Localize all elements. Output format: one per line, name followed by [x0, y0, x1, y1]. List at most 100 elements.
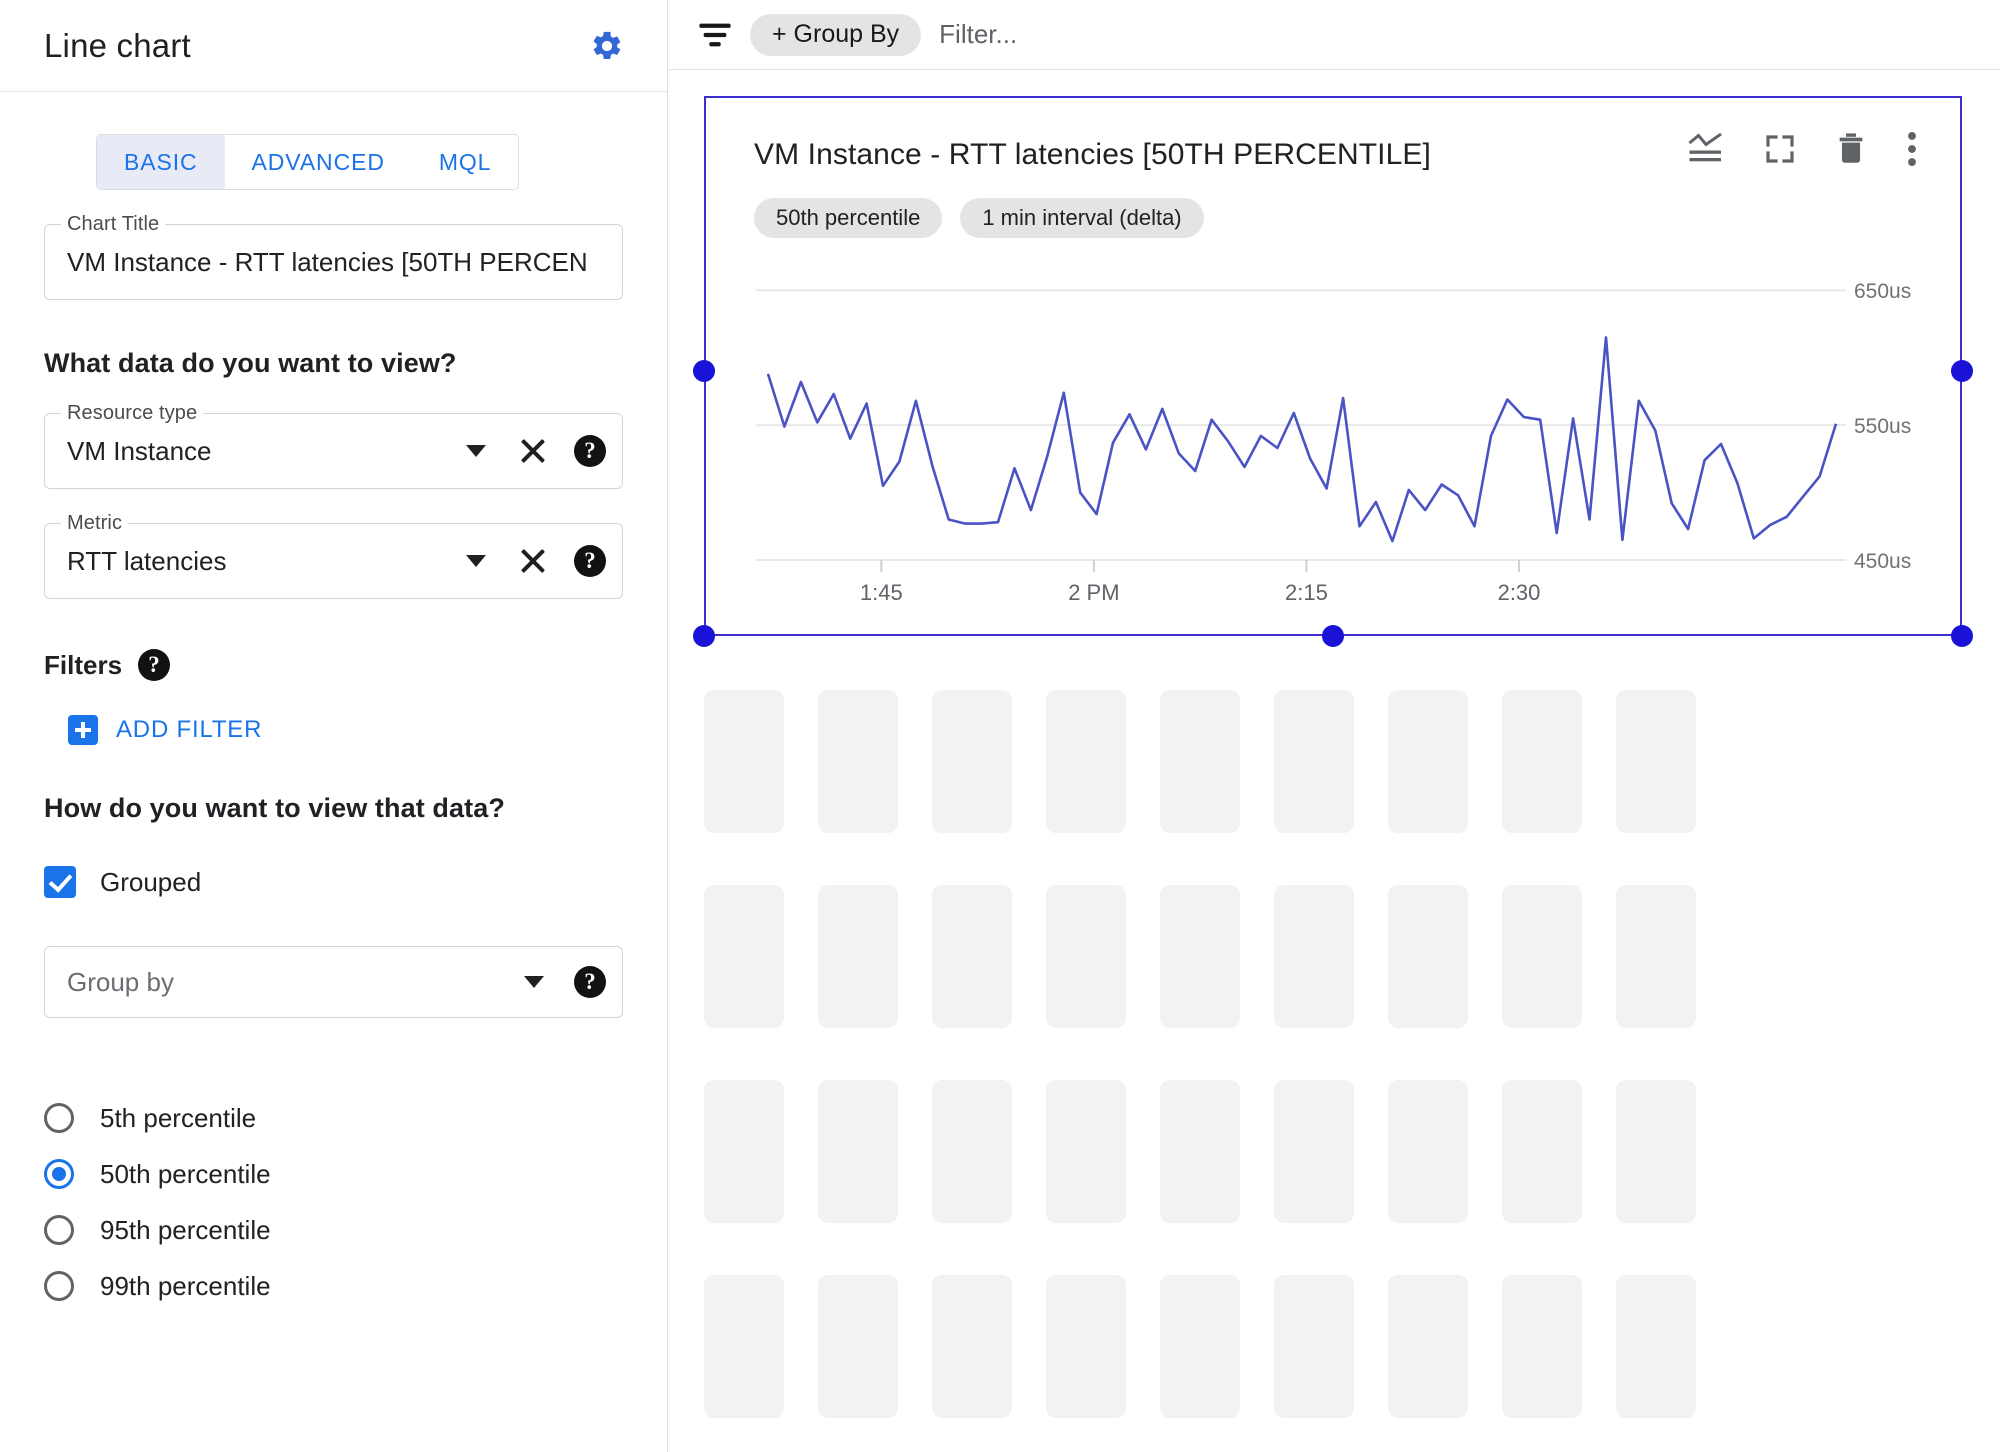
radio-row-5th[interactable]: 5th percentile — [44, 1090, 256, 1146]
tab-advanced[interactable]: ADVANCED — [224, 135, 412, 189]
chart-legend-button[interactable] — [1688, 132, 1724, 166]
widget-placeholder — [1502, 885, 1582, 1028]
chart-widget[interactable]: VM Instance - RTT latencies [50TH PERCEN… — [704, 96, 1962, 636]
grouped-label: Grouped — [100, 866, 202, 897]
chart-title-label: Chart Title — [61, 213, 166, 236]
fullscreen-icon — [1766, 135, 1794, 163]
chart-title-field[interactable]: Chart Title VM Instance - RTT latencies … — [44, 213, 623, 300]
widget-placeholder — [1046, 1080, 1126, 1223]
filter-input[interactable]: Filter... — [939, 19, 1017, 50]
resource-type-clear-icon[interactable] — [516, 434, 550, 468]
resource-type-field[interactable]: Resource type VM Instance ? — [44, 402, 623, 489]
radio-5th-percentile[interactable] — [44, 1103, 74, 1133]
y-tick-550: 550us — [1854, 415, 1912, 439]
resize-handle-bottom-left[interactable] — [693, 625, 715, 647]
tab-basic[interactable]: BASIC — [97, 135, 225, 189]
dashboard-toolbar: + Group By Filter... — [668, 0, 2000, 70]
add-filter-label: ADD FILTER — [116, 716, 263, 743]
resource-type-help-icon[interactable]: ? — [574, 435, 606, 467]
group-by-chip[interactable]: + Group By — [750, 13, 922, 56]
widget-placeholder — [1388, 885, 1468, 1028]
delete-button[interactable] — [1836, 132, 1866, 166]
widget-placeholder — [1274, 1275, 1354, 1418]
resize-handle-bottom[interactable] — [1322, 625, 1344, 647]
widget-placeholder — [932, 885, 1012, 1028]
widget-placeholder — [704, 1080, 784, 1223]
data-section-heading: What data do you want to view? — [44, 348, 457, 378]
widget-placeholder — [1274, 1080, 1354, 1223]
grouped-checkbox-row[interactable]: Grouped — [44, 866, 201, 898]
chart-widget-chips: 50th percentile 1 min interval (delta) — [706, 172, 1960, 238]
widget-placeholder — [1616, 1080, 1696, 1223]
radio-label-95th: 95th percentile — [100, 1214, 271, 1245]
widget-placeholder — [1160, 885, 1240, 1028]
filters-help-icon[interactable]: ? — [138, 649, 171, 681]
radio-row-99th[interactable]: 99th percentile — [44, 1258, 271, 1314]
widget-placeholder — [1502, 1275, 1582, 1418]
gear-icon — [593, 31, 621, 59]
chart-widget-actions — [1688, 132, 1926, 166]
chip-percentile: 50th percentile — [754, 198, 943, 238]
filters-section: Filters ? — [44, 649, 623, 681]
more-options-button[interactable] — [1906, 132, 1918, 166]
grouped-checkbox[interactable] — [44, 866, 76, 898]
radio-50th-percentile[interactable] — [44, 1159, 74, 1189]
widget-placeholder — [1046, 1275, 1126, 1418]
widget-placeholder — [818, 885, 898, 1028]
widget-placeholder — [1616, 1275, 1696, 1418]
group-by-chevron-down-icon[interactable] — [524, 976, 544, 988]
page-title: Line chart — [44, 26, 191, 64]
filter-list-icon[interactable] — [698, 20, 732, 50]
widget-placeholder — [1616, 885, 1696, 1028]
resource-type-value[interactable]: VM Instance — [67, 436, 466, 467]
chart-legend-icon — [1688, 132, 1722, 162]
group-by-help-icon[interactable]: ? — [574, 966, 606, 998]
widget-placeholder — [704, 885, 784, 1028]
widget-placeholder — [1046, 885, 1126, 1028]
radio-label-50th: 50th percentile — [100, 1158, 271, 1189]
widget-placeholder — [1274, 885, 1354, 1028]
widget-placeholder — [1046, 690, 1126, 833]
widget-placeholder — [1388, 1275, 1468, 1418]
resource-type-chevron-down-icon[interactable] — [466, 445, 486, 457]
resize-handle-right[interactable] — [1951, 360, 1973, 382]
tab-mql[interactable]: MQL — [411, 135, 519, 189]
x-tick-230: 2:30 — [1497, 580, 1541, 605]
widget-placeholder — [1502, 690, 1582, 833]
metric-value[interactable]: RTT latencies — [67, 546, 466, 577]
sidebar-body: BASIC ADVANCED MQL Chart Title VM Instan… — [0, 92, 667, 1314]
fullscreen-button[interactable] — [1764, 133, 1796, 165]
widget-placeholder — [818, 1275, 898, 1418]
metric-help-icon[interactable]: ? — [574, 545, 606, 577]
radio-row-95th[interactable]: 95th percentile — [44, 1202, 271, 1258]
group-by-input[interactable]: Group by — [67, 967, 524, 998]
add-filter-button[interactable]: ADD FILTER — [68, 715, 262, 745]
y-tick-450: 450us — [1854, 550, 1912, 573]
resize-handle-bottom-right[interactable] — [1951, 625, 1973, 647]
radio-row-50th[interactable]: 50th percentile — [44, 1146, 271, 1202]
widget-placeholder — [1388, 690, 1468, 833]
chart-title-input[interactable]: VM Instance - RTT latencies [50TH PERCEN — [67, 247, 606, 278]
radio-label-5th: 5th percentile — [100, 1102, 257, 1133]
radio-95th-percentile[interactable] — [44, 1215, 74, 1245]
x-tick-145: 1:45 — [859, 580, 903, 605]
resize-handle-left[interactable] — [693, 360, 715, 382]
metric-clear-icon[interactable] — [516, 544, 550, 578]
sidebar-header: Line chart — [0, 0, 667, 92]
group-by-field[interactable]: Group by ? — [44, 946, 623, 1018]
metric-chevron-down-icon[interactable] — [466, 555, 486, 567]
widget-canvas: VM Instance - RTT latencies [50TH PERCEN… — [668, 70, 2000, 1452]
line-chart-svg — [756, 289, 1846, 572]
metric-field[interactable]: Metric RTT latencies ? — [44, 512, 623, 599]
settings-button[interactable] — [585, 24, 629, 68]
resource-type-label: Resource type — [61, 402, 204, 425]
x-tick-215: 2:15 — [1285, 580, 1328, 605]
delete-icon — [1839, 133, 1863, 163]
widget-placeholder — [932, 1080, 1012, 1223]
chart-widget-header: VM Instance - RTT latencies [50TH PERCEN… — [706, 98, 1960, 172]
radio-99th-percentile[interactable] — [44, 1271, 74, 1301]
widget-placeholder — [818, 1080, 898, 1223]
widget-placeholder — [1160, 1080, 1240, 1223]
chart-editor-sidebar: Line chart BASIC ADVANCED MQL Chart Titl… — [0, 0, 668, 1452]
widget-placeholder — [704, 1275, 784, 1418]
